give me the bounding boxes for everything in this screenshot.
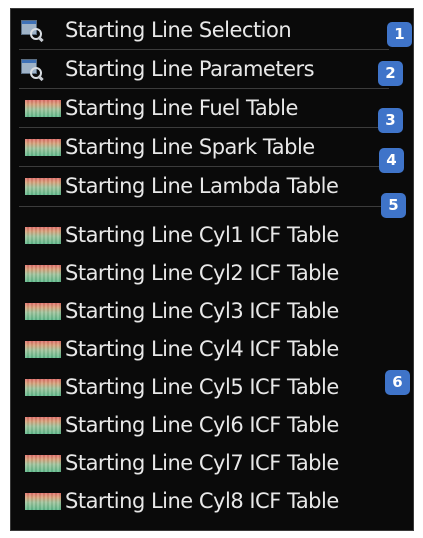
menu-item-label: Starting Line Parameters bbox=[65, 57, 315, 81]
callout-badge-3: 3 bbox=[378, 108, 403, 133]
menu-item-label: Starting Line Cyl7 ICF Table bbox=[65, 451, 339, 475]
table-icon bbox=[25, 302, 61, 320]
callout-badge-5: 5 bbox=[381, 193, 406, 218]
selection-icon bbox=[21, 20, 44, 43]
separator bbox=[19, 206, 389, 207]
menu-item-starting-line-lambda-table[interactable]: Starting Line Lambda Table bbox=[11, 167, 339, 205]
table-icon bbox=[25, 416, 61, 434]
table-icon bbox=[25, 378, 61, 396]
table-icon bbox=[25, 99, 61, 117]
menu-item-starting-line-cyl1-icf-table[interactable]: Starting Line Cyl1 ICF Table bbox=[11, 216, 339, 254]
table-icon bbox=[25, 177, 61, 195]
table-icon bbox=[25, 226, 61, 244]
menu-item-label: Starting Line Selection bbox=[65, 18, 292, 42]
menu-item-label: Starting Line Cyl2 ICF Table bbox=[65, 261, 339, 285]
menu-item-label: Starting Line Cyl8 ICF Table bbox=[65, 489, 339, 513]
menu-item-label: Starting Line Cyl6 ICF Table bbox=[65, 413, 339, 437]
menu-item-label: Starting Line Cyl1 ICF Table bbox=[65, 223, 339, 247]
menu-item-starting-line-cyl7-icf-table[interactable]: Starting Line Cyl7 ICF Table bbox=[11, 444, 339, 482]
table-icon bbox=[25, 454, 61, 472]
menu-item-label: Starting Line Fuel Table bbox=[65, 96, 298, 120]
selection-icon bbox=[21, 59, 44, 82]
menu-item-starting-line-cyl8-icf-table[interactable]: Starting Line Cyl8 ICF Table bbox=[11, 482, 339, 520]
menu-item-starting-line-selection[interactable]: Starting Line Selection bbox=[11, 11, 292, 49]
menu-item-starting-line-cyl4-icf-table[interactable]: Starting Line Cyl4 ICF Table bbox=[11, 330, 339, 368]
menu-item-starting-line-fuel-table[interactable]: Starting Line Fuel Table bbox=[11, 89, 298, 127]
table-icon bbox=[25, 264, 61, 282]
menu-item-starting-line-cyl5-icf-table[interactable]: Starting Line Cyl5 ICF Table bbox=[11, 368, 339, 406]
menu-item-label: Starting Line Cyl5 ICF Table bbox=[65, 375, 339, 399]
menu-item-label: Starting Line Spark Table bbox=[65, 135, 315, 159]
menu-item-starting-line-cyl3-icf-table[interactable]: Starting Line Cyl3 ICF Table bbox=[11, 292, 339, 330]
callout-badge-1: 1 bbox=[387, 22, 412, 47]
menu-item-starting-line-cyl6-icf-table[interactable]: Starting Line Cyl6 ICF Table bbox=[11, 406, 339, 444]
menu-item-starting-line-cyl2-icf-table[interactable]: Starting Line Cyl2 ICF Table bbox=[11, 254, 339, 292]
menu-item-starting-line-spark-table[interactable]: Starting Line Spark Table bbox=[11, 128, 315, 166]
callout-badge-4: 4 bbox=[379, 148, 404, 173]
table-icon bbox=[25, 492, 61, 510]
menu-item-label: Starting Line Cyl3 ICF Table bbox=[65, 299, 339, 323]
table-icon bbox=[25, 340, 61, 358]
menu-item-label: Starting Line Cyl4 ICF Table bbox=[65, 337, 339, 361]
callout-badge-2: 2 bbox=[378, 61, 403, 86]
table-icon bbox=[25, 138, 61, 156]
menu-item-label: Starting Line Lambda Table bbox=[65, 174, 339, 198]
callout-badge-6: 6 bbox=[385, 370, 410, 395]
starting-line-menu: Starting Line Selection Starting Line Pa… bbox=[10, 8, 414, 531]
menu-item-starting-line-parameters[interactable]: Starting Line Parameters bbox=[11, 50, 315, 88]
